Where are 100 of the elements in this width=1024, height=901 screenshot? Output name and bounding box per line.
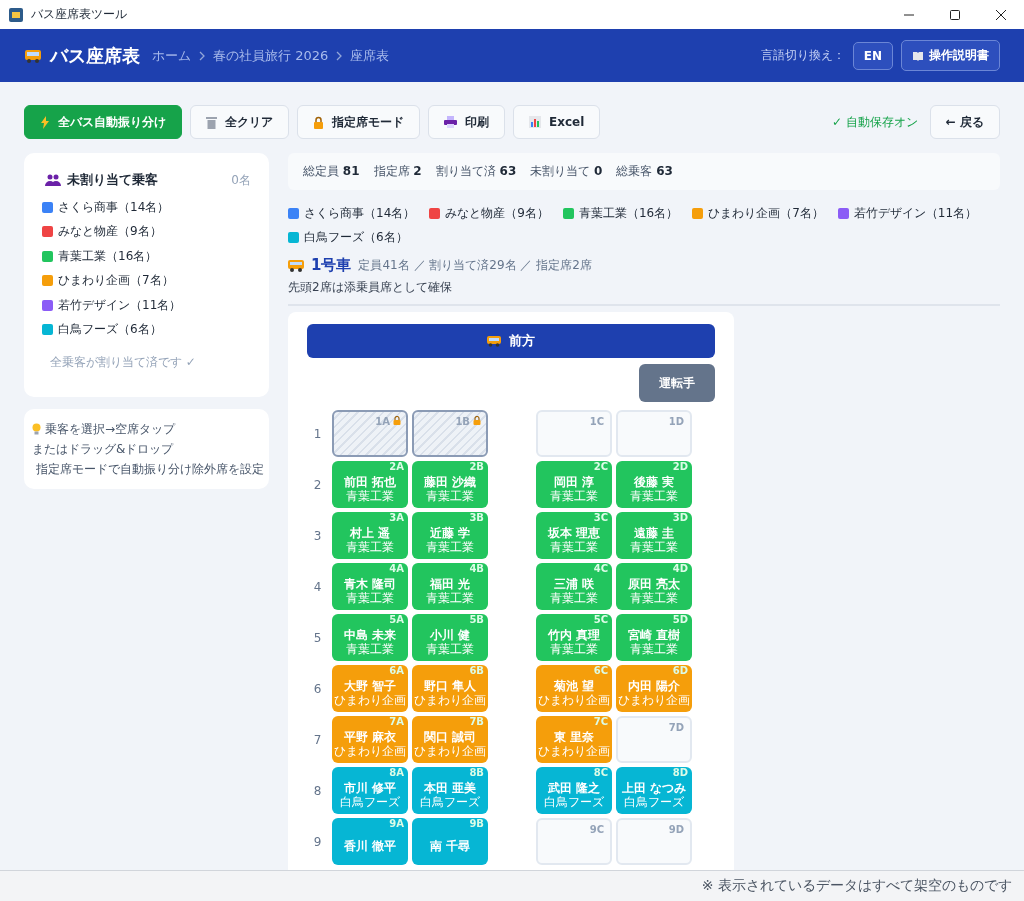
manual-button[interactable]: 操作説明書	[901, 40, 1000, 71]
seat[interactable]: 2D 後藤 実 青葉工業	[616, 461, 692, 508]
toolbar-button[interactable]: 全クリア	[190, 105, 289, 139]
seat[interactable]: 9B 南 千尋	[412, 818, 488, 865]
seat[interactable]: 2A 前田 拓也 青葉工業	[332, 461, 408, 508]
reserved-seat[interactable]: 1B	[412, 410, 488, 457]
unassigned-count: 0名	[231, 171, 251, 189]
bus-name: 1号車	[311, 256, 352, 275]
reserved-seat[interactable]: 1A	[332, 410, 408, 457]
maximize-icon[interactable]	[949, 8, 961, 21]
passenger-name: 大野 智子	[343, 678, 397, 693]
stat-label: 割り当て済 63	[435, 163, 517, 180]
seat[interactable]: 3B 近藤 学 青葉工業	[412, 512, 488, 559]
lightbulb-icon	[32, 423, 41, 435]
seat[interactable]: 4B 福田 光 青葉工業	[412, 563, 488, 610]
seat[interactable]: 8B 本田 亜美 白鳥フーズ	[412, 767, 488, 814]
close-icon[interactable]	[995, 8, 1007, 21]
row-number: 5	[312, 630, 323, 645]
empty-seat[interactable]: 9D	[616, 818, 692, 865]
passenger-name: 後藤 実	[633, 474, 675, 489]
toolbar-button[interactable]: Excel	[513, 105, 601, 139]
language-button[interactable]: EN	[852, 41, 893, 70]
tip-text: またはドラッグ&ドロップ	[32, 440, 174, 458]
seat[interactable]: 5C 竹内 真理 青葉工業	[536, 614, 612, 661]
seat[interactable]: 4C 三浦 咲 青葉工業	[536, 563, 612, 610]
stat-label: 総定員 81	[303, 163, 360, 180]
seat[interactable]: 7A 平野 麻衣 ひまわり企画	[332, 716, 408, 763]
seat-number: 7B	[469, 716, 484, 727]
passenger-company: 白鳥フーズ	[544, 795, 604, 810]
seat[interactable]: 5B 小川 健 青葉工業	[412, 614, 488, 661]
seat[interactable]: 2C 岡田 淳 青葉工業	[536, 461, 612, 508]
seat-number: 7D	[668, 722, 684, 733]
back-button[interactable]: ← 戻る	[929, 105, 1000, 139]
seat-number: 7C	[593, 716, 608, 727]
seat[interactable]: 6B 野口 隼人 ひまわり企画	[412, 665, 488, 712]
seat-number: 4B	[469, 563, 484, 574]
lock-icon	[473, 416, 481, 425]
empty-seat[interactable]: 1D	[616, 410, 692, 457]
seat-number: 2A	[389, 461, 404, 472]
seat[interactable]: 3C 坂本 理恵 青葉工業	[536, 512, 612, 559]
empty-seat[interactable]: 9C	[536, 818, 612, 865]
passenger-name: 前田 拓也	[343, 474, 397, 489]
tip-text: 指定席モードで自動振り分け除外席を設定	[36, 460, 264, 478]
seat-number: 6C	[593, 665, 608, 676]
passenger-company: ひまわり企画	[618, 693, 690, 708]
stat-label: 総乗客 63	[616, 163, 673, 180]
passenger-name: 村上 遥	[349, 525, 391, 540]
toolbar-button[interactable]: 印刷	[428, 105, 505, 139]
seat[interactable]: 3D 遠藤 圭 青葉工業	[616, 512, 692, 559]
toolbar-button[interactable]: 指定席モード	[297, 105, 420, 139]
passenger-company: 青葉工業	[550, 489, 598, 504]
breadcrumb-link[interactable]: 座席表	[350, 46, 390, 65]
seat[interactable]: 9A 香川 徹平	[332, 818, 408, 865]
seat-number: 1D	[668, 416, 684, 427]
passenger-company: 白鳥フーズ	[340, 795, 400, 810]
passenger-company: ひまわり企画	[538, 693, 610, 708]
passenger-name: 中島 未来	[343, 627, 397, 642]
seat[interactable]: 4D 原田 亮太 青葉工業	[616, 563, 692, 610]
chevron-icon	[336, 50, 343, 61]
seat[interactable]: 2B 藤田 沙織 青葉工業	[412, 461, 488, 508]
lightning-icon	[40, 115, 50, 129]
seat[interactable]: 6A 大野 智子 ひまわり企画	[332, 665, 408, 712]
passenger-company: 白鳥フーズ	[420, 795, 480, 810]
passenger-name: 遠藤 圭	[633, 525, 675, 540]
stat-label: 未割り当て 0	[530, 163, 603, 180]
seat-number: 4C	[593, 563, 608, 574]
passenger-name: 藤田 沙織	[423, 474, 477, 489]
passenger-company: 青葉工業	[426, 642, 474, 657]
empty-seat[interactable]: 1C	[536, 410, 612, 457]
empty-seat[interactable]: 7D	[616, 716, 692, 763]
seat-number: 3C	[593, 512, 608, 523]
breadcrumb-link[interactable]: 春の社員旅行 2026	[213, 46, 329, 65]
passenger-name: 福田 光	[429, 576, 471, 591]
passenger-company: ひまわり企画	[334, 744, 406, 759]
autosave-status: ✓ 自動保存オン	[831, 113, 918, 131]
seat[interactable]: 8A 市川 修平 白鳥フーズ	[332, 767, 408, 814]
breadcrumb-link[interactable]: ホーム	[152, 46, 191, 65]
seat[interactable]: 6D 内田 陽介 ひまわり企画	[616, 665, 692, 712]
seat[interactable]: 8C 武田 隆之 白鳥フーズ	[536, 767, 612, 814]
seat[interactable]: 4A 青木 隆司 青葉工業	[332, 563, 408, 610]
passenger-name: 原田 亮太	[627, 576, 681, 591]
language-label: 言語切り換え：	[760, 47, 845, 64]
legend-label: みなと物産（9名）	[445, 205, 549, 222]
legend-label: ひまわり企画（7名）	[708, 205, 824, 222]
passenger-name: 関口 誠司	[423, 729, 477, 744]
seat[interactable]: 5D 宮崎 直樹 青葉工業	[616, 614, 692, 661]
front-banner: 前方	[307, 324, 715, 358]
seat[interactable]: 7B 関口 誠司 ひまわり企画	[412, 716, 488, 763]
passenger-company: 青葉工業	[630, 540, 678, 555]
passenger-company: 青葉工業	[426, 489, 474, 504]
seat[interactable]: 7C 東 里奈 ひまわり企画	[536, 716, 612, 763]
auto-assign-button[interactable]: 全バス自動振り分け	[24, 105, 182, 139]
bus-icon	[288, 259, 304, 272]
seat[interactable]: 3A 村上 遥 青葉工業	[332, 512, 408, 559]
seat[interactable]: 5A 中島 未来 青葉工業	[332, 614, 408, 661]
tip-text: 乗客を選択→空席タップ	[45, 420, 176, 438]
seat[interactable]: 6C 菊池 望 ひまわり企画	[536, 665, 612, 712]
seat-number: 4A	[389, 563, 404, 574]
seat[interactable]: 8D 上田 なつみ 白鳥フーズ	[616, 767, 692, 814]
legend-label: 白鳥フーズ（6名）	[304, 229, 408, 246]
